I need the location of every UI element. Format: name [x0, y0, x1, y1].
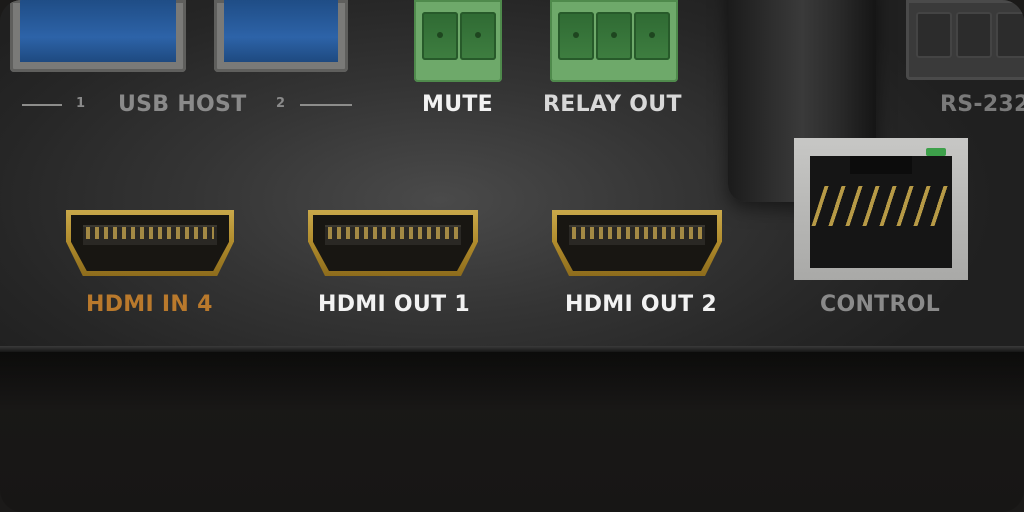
usb-bracket-left — [22, 104, 62, 106]
usb-bracket-right — [300, 104, 352, 106]
usb-host-port-1 — [10, 0, 186, 72]
hdmi-out-2-label: HDMI OUT 2 — [565, 292, 717, 317]
relay-out-terminal-block — [550, 0, 678, 82]
usb-host-label: USB HOST — [118, 92, 247, 117]
panel-shadow — [0, 352, 1024, 412]
usb-host-port-2 — [214, 0, 348, 72]
device-photo: 1 USB HOST 2 MUTE RELAY OUT RS-232 HDMI … — [0, 0, 1024, 512]
usb-number-2: 2 — [276, 96, 286, 111]
mute-terminal-block — [414, 0, 502, 82]
hdmi-in-4-label: HDMI IN 4 — [86, 292, 213, 317]
hdmi-in-4-port — [66, 210, 234, 276]
rs232-terminal-block — [906, 0, 1024, 80]
control-rj45-port — [794, 138, 968, 280]
usb-number-1: 1 — [76, 96, 86, 111]
link-led — [926, 148, 946, 156]
mute-label: MUTE — [422, 92, 493, 117]
control-label: CONTROL — [820, 292, 941, 317]
hdmi-out-1-port — [308, 210, 478, 276]
rs232-label: RS-232 — [940, 92, 1024, 117]
relay-out-label: RELAY OUT — [543, 92, 682, 117]
hdmi-out-2-port — [552, 210, 722, 276]
hdmi-out-1-label: HDMI OUT 1 — [318, 292, 470, 317]
